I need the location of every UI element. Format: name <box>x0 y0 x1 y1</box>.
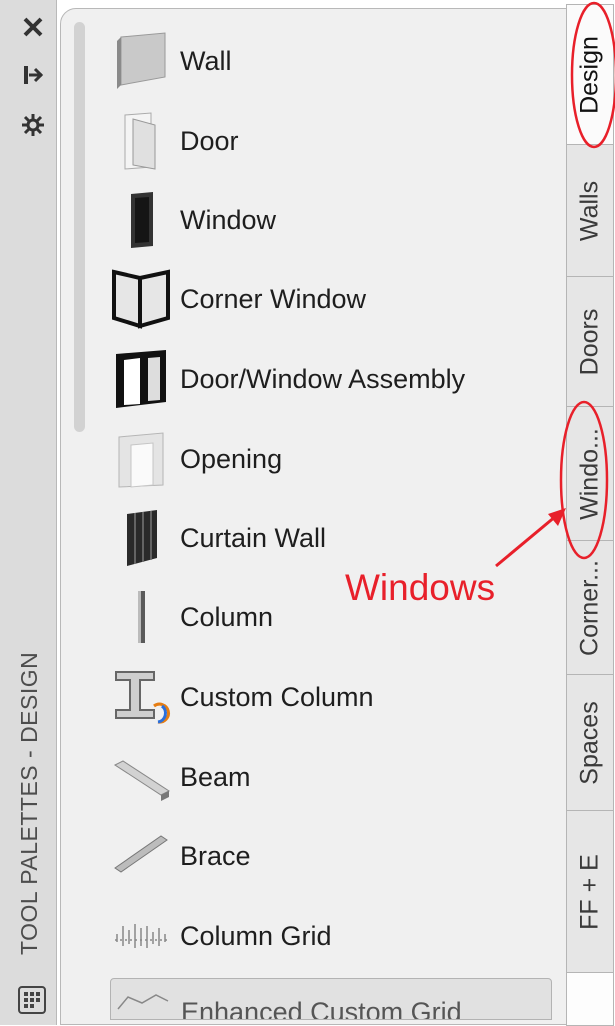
tool-brace[interactable]: Brace <box>110 825 560 887</box>
tab-walls[interactable]: Walls <box>566 144 614 278</box>
corner-window-icon <box>110 268 172 330</box>
tool-door[interactable]: Door <box>110 110 560 172</box>
custom-column-icon <box>110 666 172 728</box>
brace-icon <box>110 825 172 887</box>
beam-icon <box>110 746 172 808</box>
tool-enhanced-custom-grid[interactable]: Enhanced Custom Grid <box>110 978 552 1020</box>
door-window-assembly-icon <box>110 348 172 410</box>
column-icon <box>110 586 172 648</box>
curtain-wall-icon <box>110 507 172 569</box>
tool-window[interactable]: Window <box>110 189 560 251</box>
auto-hide-icon[interactable] <box>18 60 48 90</box>
tool-wall[interactable]: Wall <box>110 30 560 92</box>
tool-column-grid[interactable]: Column Grid <box>110 905 560 967</box>
tool-custom-column[interactable]: Custom Column <box>110 666 560 728</box>
palette-menu-icon[interactable] <box>17 985 47 1015</box>
tab-doors[interactable]: Doors <box>566 276 614 408</box>
tab-windows[interactable]: Windo... <box>566 406 614 542</box>
tool-corner-window[interactable]: Corner Window <box>110 268 560 330</box>
door-icon <box>110 110 172 172</box>
palette-title-strip: TOOL PALETTES - DESIGN <box>0 0 57 1025</box>
tab-ff-e[interactable]: FF + E <box>566 810 614 974</box>
enhanced-custom-grid-icon <box>111 979 173 1019</box>
wall-icon <box>110 30 172 92</box>
tab-corner[interactable]: Corner... <box>566 540 614 676</box>
tab-spaces[interactable]: Spaces <box>566 674 614 812</box>
window-icon <box>110 189 172 251</box>
tool-opening[interactable]: Opening <box>110 428 560 490</box>
windows-annotation-label: Windows <box>345 567 496 608</box>
opening-icon <box>110 428 172 490</box>
palette-scrollbar[interactable] <box>74 22 85 432</box>
tab-empty-area <box>566 972 614 1026</box>
properties-gear-icon[interactable] <box>18 110 48 140</box>
tab-design[interactable]: Design <box>566 4 614 146</box>
tool-beam[interactable]: Beam <box>110 746 560 808</box>
tool-curtain-wall[interactable]: Curtain Wall <box>110 507 560 569</box>
column-grid-icon <box>110 905 172 967</box>
tool-door-window-assembly[interactable]: Door/Window Assembly <box>110 348 560 410</box>
close-icon[interactable] <box>18 12 48 42</box>
